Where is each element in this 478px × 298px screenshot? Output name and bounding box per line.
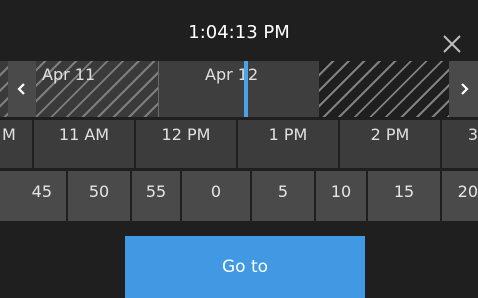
hour-cell[interactable]: M	[0, 120, 34, 168]
minute-cell[interactable]: 45	[0, 171, 68, 221]
minute-cell[interactable]: 15	[368, 171, 442, 221]
future-unavailable-range	[319, 61, 449, 117]
minute-cell[interactable]: 50	[68, 171, 132, 221]
current-time-marker	[244, 61, 248, 117]
hour-cell[interactable]: 1 PM	[238, 120, 340, 168]
day-label: Apr 12	[205, 65, 259, 84]
go-to-button[interactable]: Go to	[125, 236, 365, 298]
day-apr-12[interactable]: Apr 12	[159, 61, 319, 117]
hour-cell[interactable]: 3	[442, 120, 478, 168]
hour-cell[interactable]: 2 PM	[340, 120, 442, 168]
close-button[interactable]	[441, 33, 463, 55]
next-day-button[interactable]	[449, 61, 478, 117]
day-label: Apr 11	[42, 65, 96, 84]
time-picker-panel: 1:04:13 PM Apr 11 Apr 12 M 11 AM 12 PM 1…	[0, 0, 478, 298]
chevron-right-icon	[460, 83, 469, 95]
date-strip[interactable]: Apr 11 Apr 12	[0, 61, 478, 117]
hour-cell[interactable]: 11 AM	[34, 120, 136, 168]
chevron-left-icon	[17, 83, 25, 95]
minute-cell[interactable]: 55	[132, 171, 182, 221]
minute-cell[interactable]: 10	[316, 171, 368, 221]
minute-cell[interactable]: 5	[252, 171, 316, 221]
hour-strip[interactable]: M 11 AM 12 PM 1 PM 2 PM 3	[0, 120, 478, 168]
close-icon	[443, 35, 461, 53]
minute-strip[interactable]: 45 50 55 0 5 10 15 20	[0, 171, 478, 221]
previous-day-button[interactable]	[8, 61, 36, 117]
minute-cell[interactable]: 0	[182, 171, 252, 221]
current-time: 1:04:13 PM	[188, 22, 290, 43]
hour-cell[interactable]: 12 PM	[136, 120, 238, 168]
minute-cell[interactable]: 20	[442, 171, 478, 221]
